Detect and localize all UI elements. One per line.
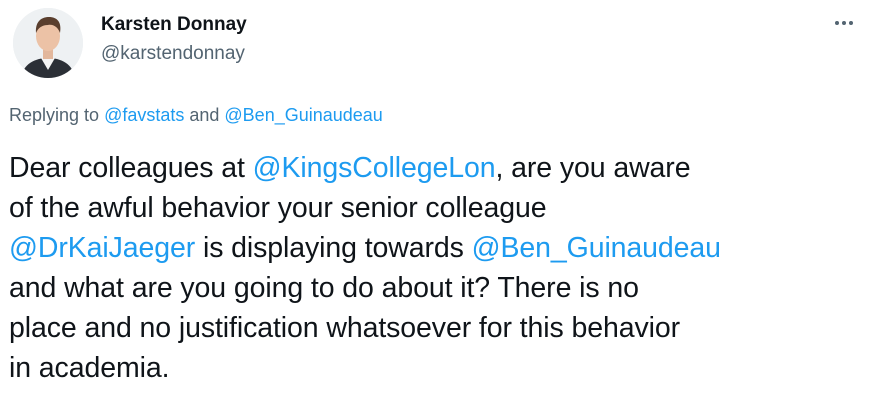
tweet-card: Karsten Donnay @karstendonnay Replying t… — [0, 0, 893, 418]
author-handle[interactable]: @karstendonnay — [101, 43, 245, 65]
reply-joiner: and — [184, 105, 225, 125]
tweet-line-6: in academia. — [9, 352, 170, 384]
replying-to-line: Replying to @favstats and @Ben_Guinaudea… — [9, 105, 383, 126]
mention-kingscollegelon[interactable]: @KingsCollegeLon — [253, 152, 496, 184]
tweet-line-4: and what are you going to do about it? T… — [9, 272, 639, 304]
tweet-line-2: of the awful behavior your senior collea… — [9, 192, 547, 224]
tweet-line-5: place and no justification whatsoever fo… — [9, 312, 680, 344]
author-avatar[interactable] — [13, 8, 83, 78]
tweet-line-3: @DrKaiJaeger is displaying towards @Ben_… — [9, 228, 884, 268]
tweet-text: Dear colleagues at @KingsCollegeLon, are… — [9, 148, 884, 388]
reply-mention-favstats[interactable]: @favstats — [104, 105, 184, 125]
tweet-line-1: Dear colleagues at @KingsCollegeLon, are… — [9, 148, 884, 188]
avatar-photo-icon — [13, 8, 83, 78]
more-options-button[interactable] — [826, 12, 862, 34]
tweet-text-segment: is displaying towards — [195, 232, 472, 264]
tweet-text-segment: , are you aware — [495, 152, 691, 184]
mention-ben-guinaudeau[interactable]: @Ben_Guinaudeau — [472, 232, 721, 264]
replying-to-label: Replying to — [9, 105, 105, 125]
author-display-name[interactable]: Karsten Donnay — [101, 14, 247, 36]
ellipsis-icon — [835, 21, 853, 25]
reply-mention-ben-guinaudeau[interactable]: @Ben_Guinaudeau — [224, 105, 382, 125]
tweet-text-segment: Dear colleagues at — [9, 152, 253, 184]
mention-drkaijaeger[interactable]: @DrKaiJaeger — [9, 232, 195, 264]
